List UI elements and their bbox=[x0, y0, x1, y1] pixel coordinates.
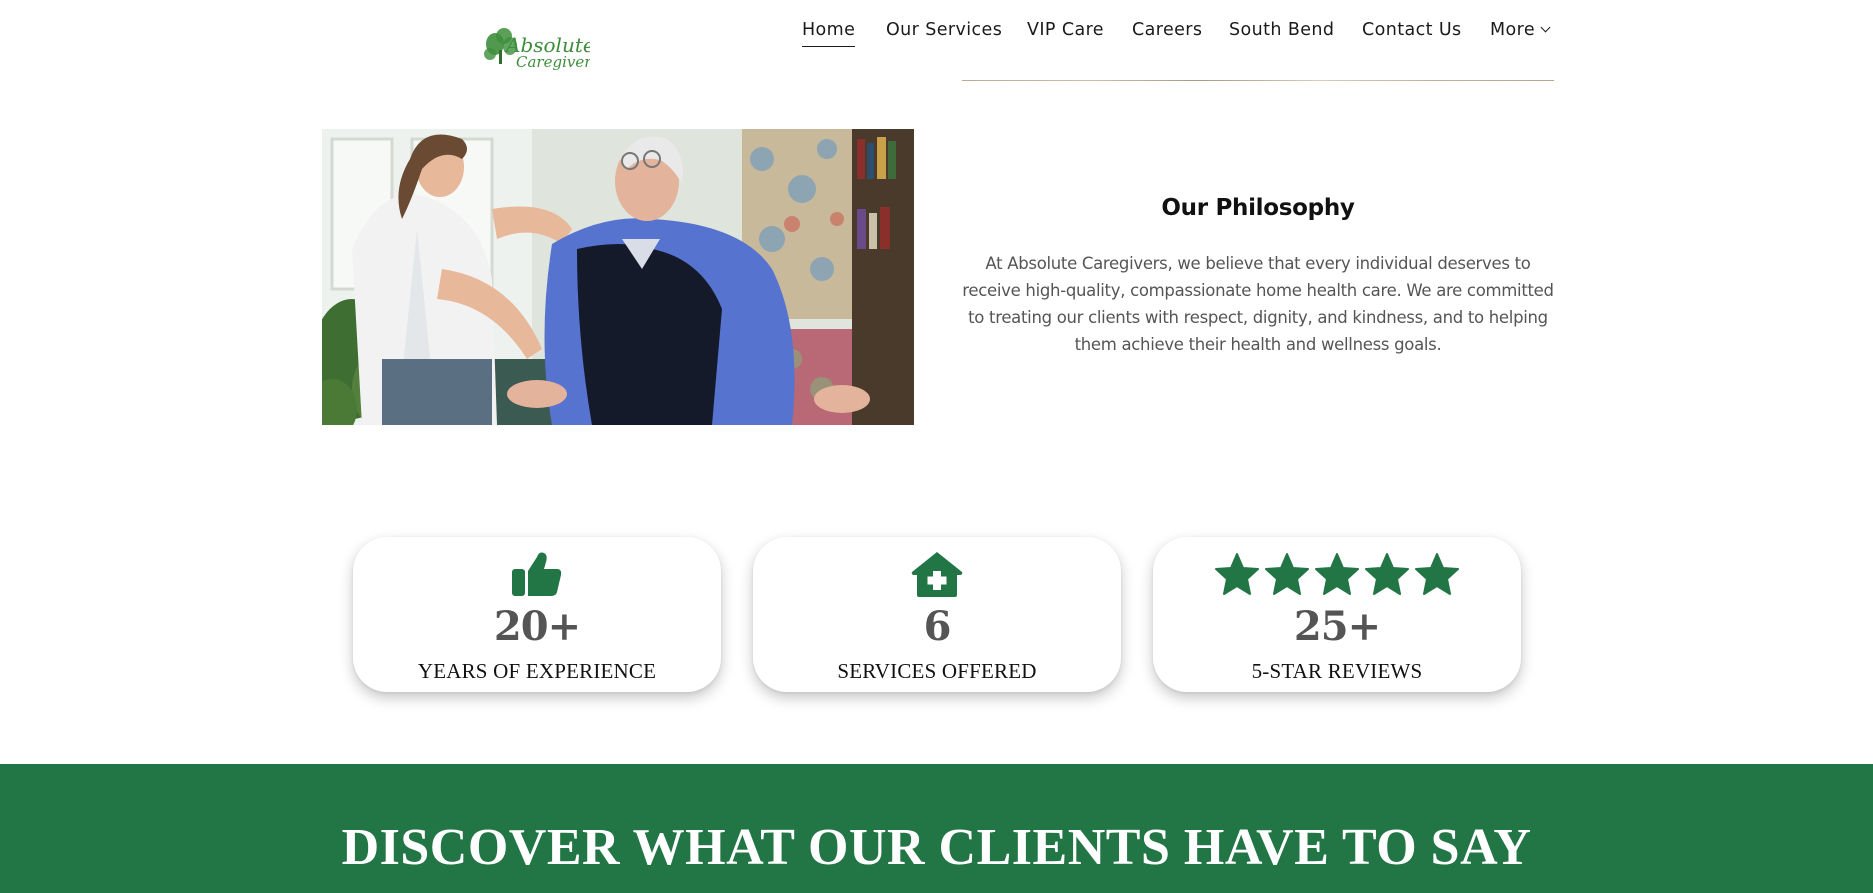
philosophy-title: Our Philosophy bbox=[1161, 195, 1355, 221]
testimonials-title: DISCOVER WHAT OUR CLIENTS HAVE TO SAY bbox=[341, 819, 1532, 876]
nav-our-services[interactable]: Our Services bbox=[886, 20, 1002, 46]
testimonials-banner: DISCOVER WHAT OUR CLIENTS HAVE TO SAY bbox=[0, 764, 1873, 893]
house-medical-icon bbox=[911, 552, 963, 597]
stat-label: SERVICES OFFERED bbox=[837, 659, 1037, 683]
stat-value: 25+ bbox=[1293, 603, 1381, 650]
star-icon bbox=[1365, 553, 1409, 595]
nav-contact-us[interactable]: Contact Us bbox=[1362, 20, 1462, 46]
stat-value: 20+ bbox=[493, 603, 581, 650]
logo-text-caregivers: Caregivers bbox=[516, 53, 590, 71]
star-icon bbox=[1265, 553, 1309, 595]
nav-more[interactable]: More bbox=[1490, 20, 1551, 46]
star-icon bbox=[1215, 553, 1259, 595]
caregiver-with-senior-photo bbox=[322, 129, 914, 425]
stat-card-services: 6 SERVICES OFFERED bbox=[753, 537, 1121, 692]
stat-value: 6 bbox=[923, 603, 952, 650]
philosophy-body: At Absolute Caregivers, we believe that … bbox=[962, 254, 1554, 354]
nav-home[interactable]: Home bbox=[802, 20, 856, 47]
star-icon bbox=[1315, 553, 1359, 595]
stat-label: YEARS OF EXPERIENCE bbox=[417, 659, 657, 683]
stat-card-reviews: 25+ 5-STAR REVIEWS bbox=[1153, 537, 1521, 692]
nav-careers[interactable]: Careers bbox=[1132, 20, 1202, 46]
nav-south-bend[interactable]: South Bend bbox=[1229, 20, 1334, 46]
main-nav: Home Our Services VIP Care Careers South… bbox=[0, 20, 1873, 50]
star-icon bbox=[1415, 553, 1459, 595]
site-header: Absolute Caregivers Home Our Services VI… bbox=[0, 0, 1873, 80]
chevron-down-icon bbox=[1540, 22, 1551, 33]
nav-more-label: More bbox=[1490, 20, 1535, 40]
nav-vip-care[interactable]: VIP Care bbox=[1027, 20, 1104, 46]
five-star-rating bbox=[1153, 550, 1521, 598]
thumbs-up-icon bbox=[512, 552, 562, 596]
stat-label: 5-STAR REVIEWS bbox=[1251, 659, 1423, 683]
stat-card-experience: 20+ YEARS OF EXPERIENCE bbox=[353, 537, 721, 692]
